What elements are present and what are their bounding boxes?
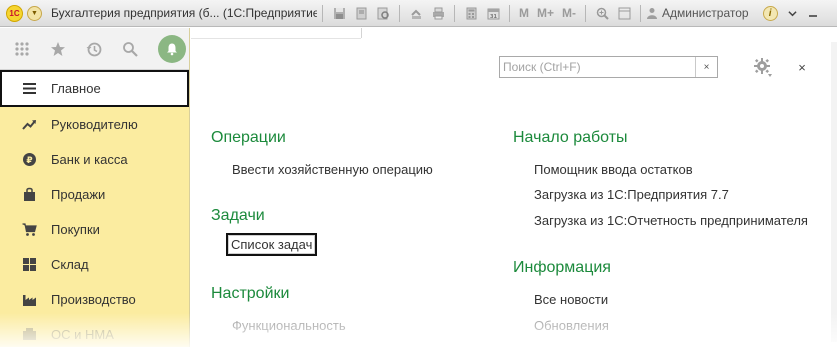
svg-text:31: 31 (490, 14, 497, 20)
toolbar-group-file: 31 M M+ M- Администратор i (317, 0, 822, 27)
history-icon[interactable] (86, 41, 102, 57)
main-menu-button[interactable]: ▼ (27, 5, 42, 21)
section-title-getting-started: Начало работы (513, 129, 628, 146)
shopping-bag-icon (21, 187, 37, 203)
window-list-icon[interactable] (616, 5, 632, 21)
search-box: × (499, 56, 718, 78)
sidebar-item-production[interactable]: Производство (0, 282, 189, 317)
link-all-news[interactable]: Все новости (534, 292, 608, 307)
section-title-information: Информация (513, 259, 611, 276)
close-icon[interactable]: × (794, 59, 810, 75)
memory-subtract-button[interactable]: M- (562, 6, 576, 20)
section-title-tasks: Задачи (211, 207, 265, 224)
calculator-icon[interactable] (463, 5, 479, 21)
link-icon[interactable] (408, 5, 424, 21)
sidebar-item-warehouse[interactable]: Склад (0, 247, 189, 282)
current-user-name[interactable]: Администратор (662, 6, 749, 20)
search-input[interactable] (500, 57, 695, 77)
toolbar-divider (509, 4, 510, 22)
find-doc-icon[interactable] (375, 5, 391, 21)
sidebar-item-label: Покупки (51, 222, 100, 237)
sections-panel: Главное Руководителю ₽ Банк и касса Прод… (0, 28, 190, 347)
sidebar-item-main[interactable]: Главное (0, 70, 189, 107)
svg-text:₽: ₽ (26, 156, 32, 166)
memory-store-button[interactable]: M (519, 6, 529, 20)
trend-up-icon (21, 117, 37, 133)
sidebar-toolbar (0, 28, 189, 70)
print-preview-icon[interactable] (353, 5, 369, 21)
user-icon (646, 7, 658, 19)
sidebar-item-fixed-assets[interactable]: ОС и НМА (0, 317, 189, 347)
sidebar-item-bank[interactable]: ₽ Банк и касса (0, 142, 189, 177)
section-title-operations: Операции (211, 129, 286, 146)
sidebar-item-label: Продажи (51, 187, 106, 202)
window-titlebar: 1С ▼ Бухгалтерия предприятия (б... (1С:П… (0, 0, 837, 27)
vertical-scrollbar[interactable] (831, 42, 837, 342)
link-enter-operation[interactable]: Ввести хозяйственную операцию (232, 162, 433, 177)
toolbar-divider (454, 4, 455, 22)
star-icon[interactable] (50, 41, 66, 57)
assets-icon (21, 327, 37, 343)
factory-icon (21, 292, 37, 308)
sidebar-item-label: ОС и НМА (51, 327, 114, 342)
gear-icon[interactable] (751, 56, 777, 80)
link-updates[interactable]: Обновления (534, 318, 609, 333)
apps-grid-icon[interactable] (14, 41, 30, 57)
calendar-icon[interactable]: 31 (485, 5, 501, 21)
link-opening-balances-wizard[interactable]: Помощник ввода остатков (534, 162, 693, 177)
window-title: Бухгалтерия предприятия (б... (1С:Предпр… (51, 6, 317, 20)
shopping-cart-icon (21, 222, 37, 238)
sidebar-item-sales[interactable]: Продажи (0, 177, 189, 212)
notifications-bell-icon[interactable] (158, 34, 186, 63)
sidebar-item-label: Производство (51, 292, 136, 307)
sidebar-item-label: Банк и касса (51, 152, 128, 167)
toolbar-divider (322, 4, 323, 22)
link-import-77[interactable]: Загрузка из 1С:Предприятия 7.7 (534, 187, 729, 202)
link-task-list[interactable]: Список задач (226, 233, 318, 256)
menu-lines-icon (21, 81, 37, 97)
toolbar-divider (640, 4, 642, 22)
link-import-entrepreneur-reporting[interactable]: Загрузка из 1С:Отчетность предпринимател… (534, 213, 808, 228)
minimize-icon[interactable] (804, 4, 822, 22)
search-icon[interactable] (122, 41, 138, 57)
warehouse-grid-icon (21, 257, 37, 273)
toolbar-divider (585, 4, 587, 22)
info-icon[interactable]: i (762, 5, 778, 21)
main-content: × × Операции Ввести хозяйственную операц… (191, 28, 837, 347)
tab-strip-divider (361, 28, 362, 38)
memory-add-button[interactable]: M+ (537, 6, 554, 20)
section-title-settings: Настройки (211, 285, 290, 302)
sidebar-item-label: Склад (51, 257, 89, 272)
sidebar-item-manager[interactable]: Руководителю (0, 107, 189, 142)
zoom-icon[interactable] (594, 5, 610, 21)
tab-strip-divider (191, 38, 361, 39)
sidebar-item-label: Главное (51, 81, 101, 96)
link-functionality[interactable]: Функциональность (232, 318, 346, 333)
sidebar-item-label: Руководителю (51, 117, 138, 132)
print-icon[interactable] (430, 5, 446, 21)
save-icon[interactable] (331, 5, 347, 21)
sidebar-item-purchases[interactable]: Покупки (0, 212, 189, 247)
ruble-coin-icon: ₽ (21, 152, 37, 168)
search-clear-icon[interactable]: × (695, 57, 717, 77)
app-logo-icon: 1С (6, 4, 23, 22)
toolbar-divider (399, 4, 400, 22)
window-menu-chevron-icon[interactable] (784, 4, 802, 22)
